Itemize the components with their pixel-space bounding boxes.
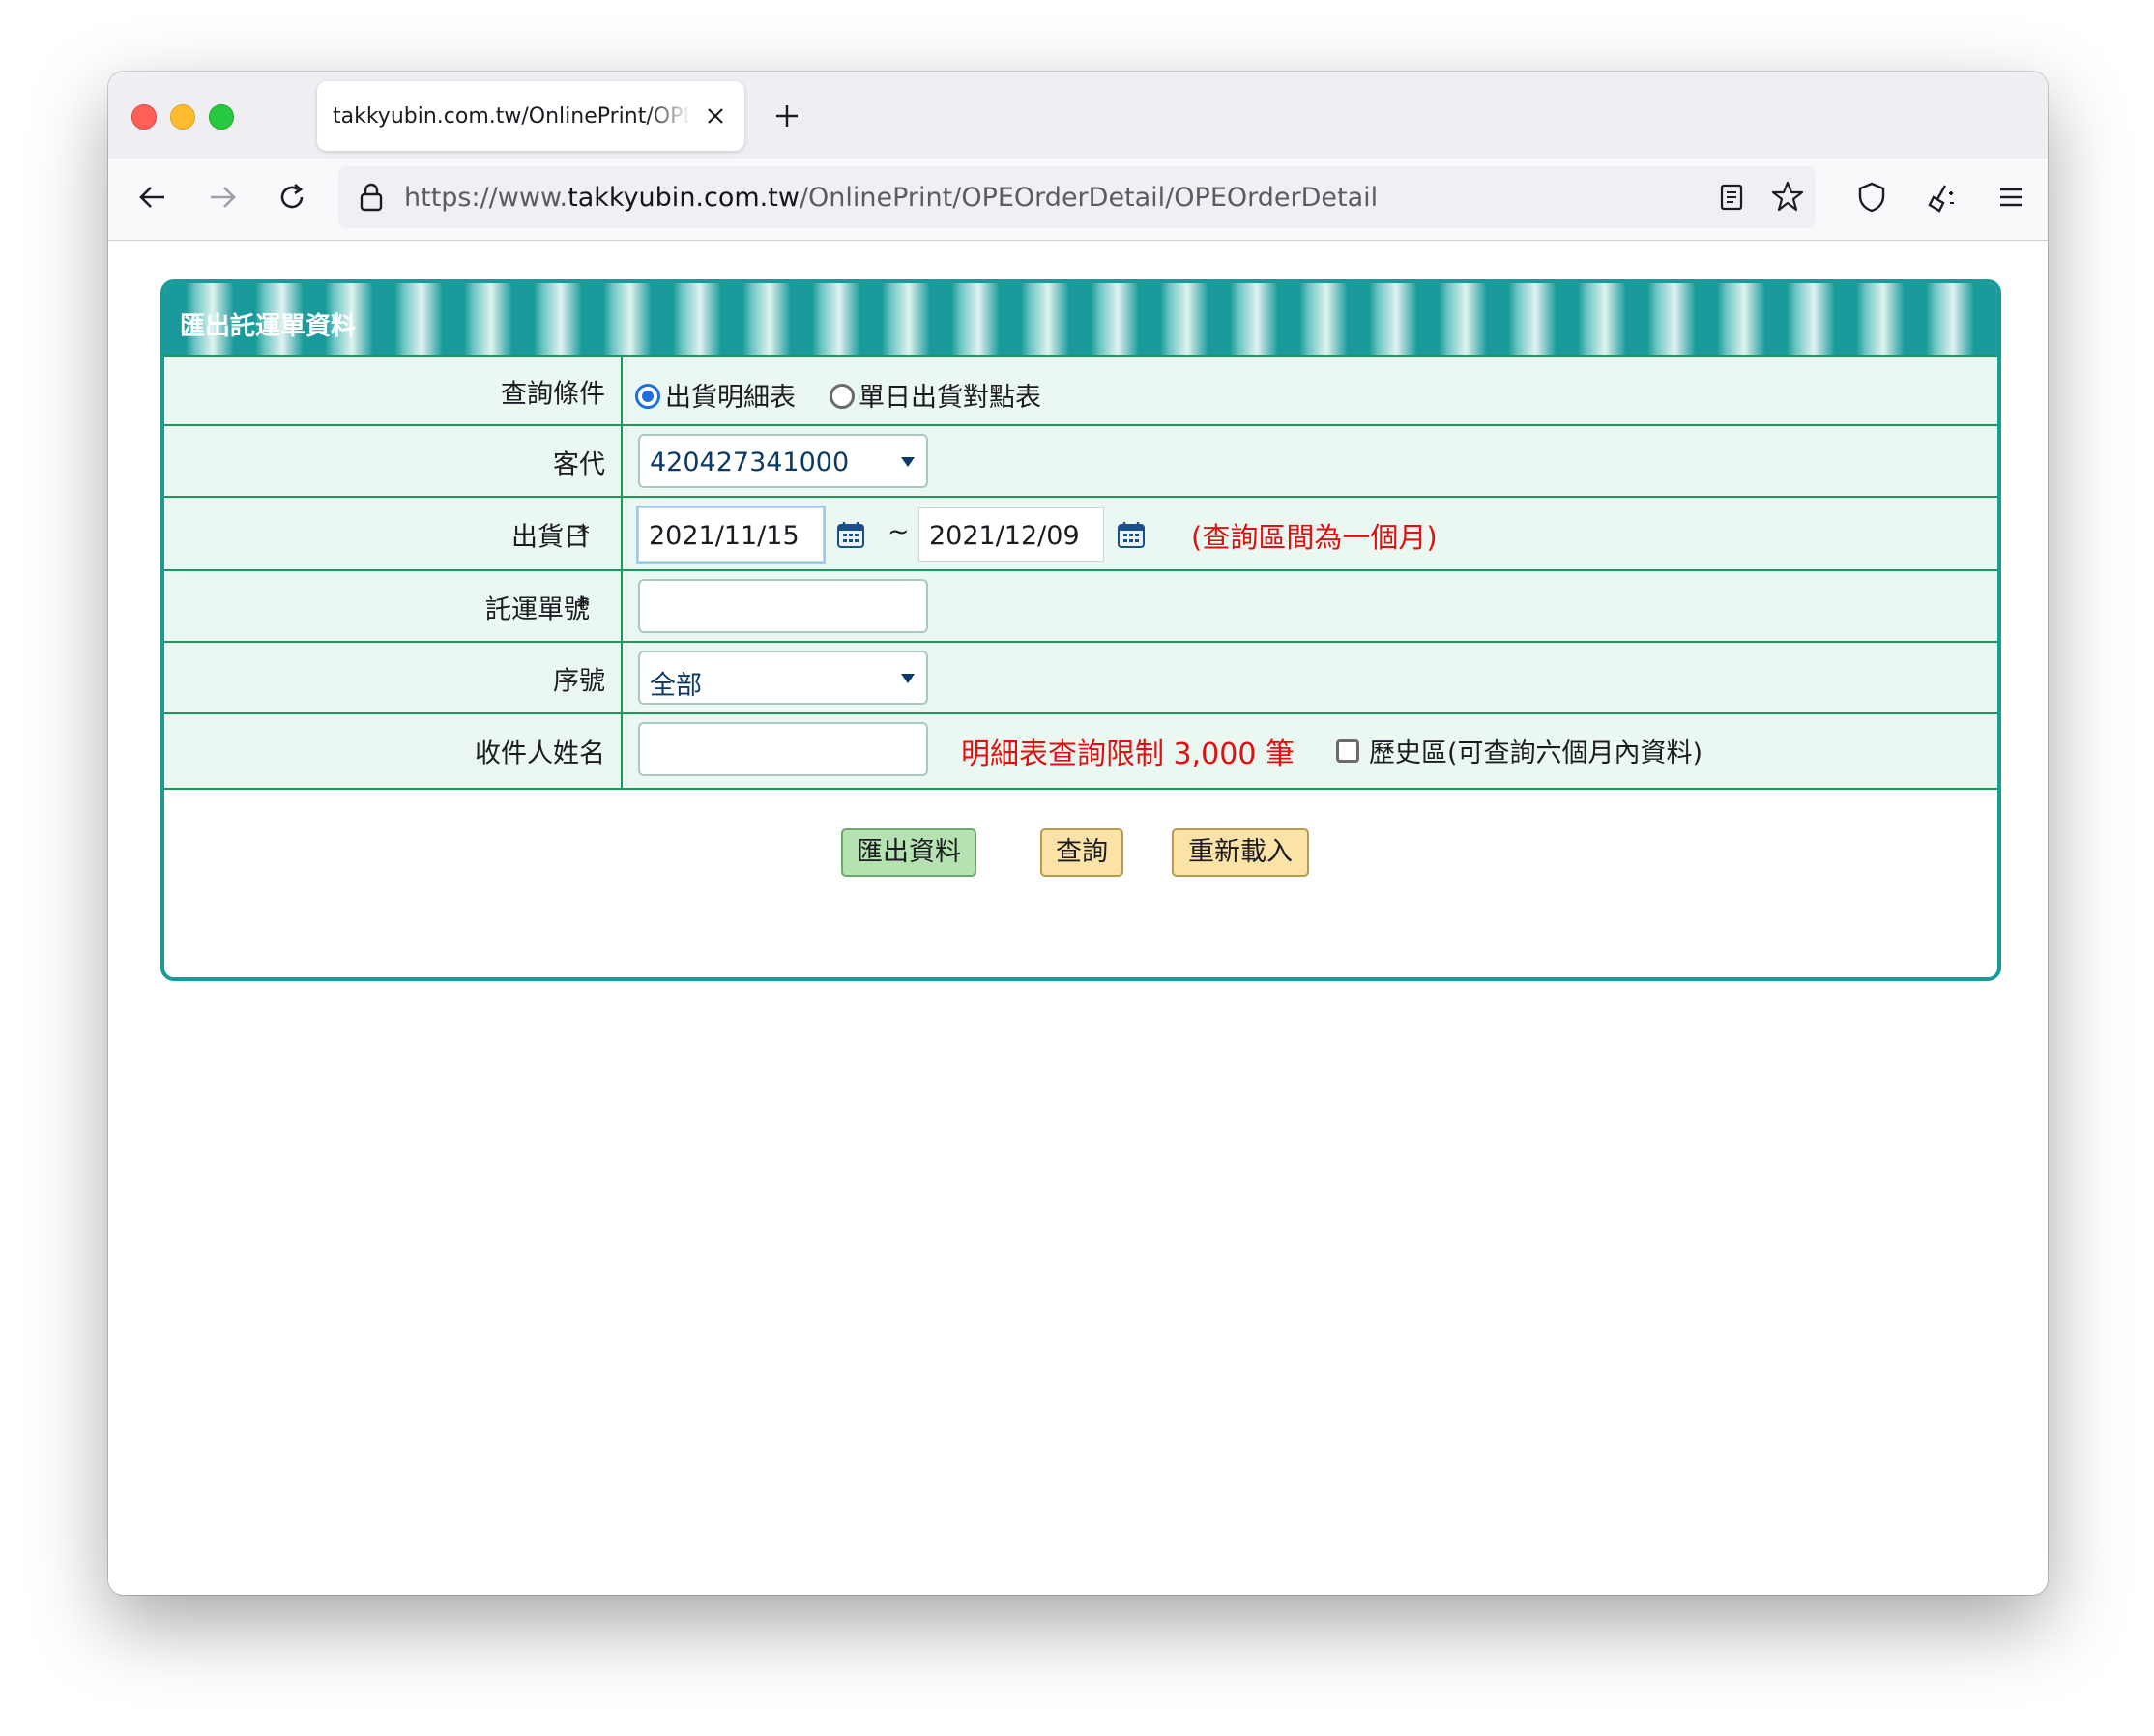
customer-code-select[interactable]: 420427341000 (638, 434, 928, 488)
ship-date-to-input[interactable]: 2021/12/09 (918, 507, 1104, 562)
reload-button[interactable]: 重新載入 (1172, 828, 1309, 877)
recipient-name-input[interactable] (638, 722, 928, 776)
ship-date-label-text: 出貨日 (511, 522, 590, 553)
chevron-down-icon (901, 457, 915, 467)
label-cell: 查詢條件 (164, 357, 623, 426)
calendar-icon[interactable] (1116, 519, 1147, 550)
new-tab-icon[interactable] (771, 101, 802, 131)
url-text: https://www.takkyubin.com.tw/OnlinePrint… (404, 183, 1378, 213)
shield-icon[interactable] (1854, 180, 1889, 215)
query-condition-label: 查詢條件 (501, 379, 605, 410)
url-prefix: https://www. (404, 183, 568, 213)
radio-daily-check-report[interactable] (830, 384, 855, 409)
calendar-icon[interactable] (835, 519, 866, 550)
reload-icon[interactable] (275, 180, 309, 215)
waybill-no-input[interactable] (638, 579, 928, 633)
chevron-down-icon (901, 674, 915, 683)
ship-date-from-value: 2021/11/15 (649, 521, 800, 551)
close-icon[interactable] (702, 102, 729, 130)
serial-value: 全部 (650, 671, 702, 701)
waybill-no-label-text: 託運單號 (485, 594, 590, 625)
customer-code-value: 420427341000 (650, 448, 850, 477)
url-host: takkyubin.com.tw (568, 183, 800, 213)
bookmark-star-icon[interactable] (1771, 180, 1804, 213)
row-customer-code: 客代 420427341000 (164, 424, 1997, 498)
label-cell: 序號 (164, 643, 623, 714)
nav-toolbar: https://www.takkyubin.com.tw/OnlinePrint… (108, 159, 2048, 241)
tab-bar: takkyubin.com.tw/OnlinePrint/OPEOrderDet… (108, 72, 2048, 159)
browser-tab[interactable]: takkyubin.com.tw/OnlinePrint/OPEOrderDet… (317, 81, 744, 151)
row-query-condition: 查詢條件 出貨明細表 單日出貨對點表 (164, 355, 1997, 426)
close-window-button[interactable] (131, 104, 157, 130)
row-ship-date: * 出貨日 2021/11/15 ~ 2021/12/09 (查詢區間為一個月) (164, 496, 1997, 571)
label-cell: 客代 (164, 426, 623, 498)
serial-select[interactable]: 全部 (638, 651, 928, 705)
query-button[interactable]: 查詢 (1040, 828, 1123, 877)
row-waybill-no: * 託運單號 (164, 569, 1997, 643)
forward-arrow-icon[interactable] (205, 180, 240, 215)
ship-date-from-input[interactable]: 2021/11/15 (638, 507, 824, 562)
radio-detail-report[interactable] (635, 384, 660, 409)
export-data-button[interactable]: 匯出資料 (841, 828, 976, 877)
menu-icon[interactable] (1994, 180, 2028, 215)
export-panel: 匯出託運單資料 查詢條件 出貨明細表 單日出貨對點表 客代 4204273410… (160, 279, 2001, 981)
browser-window: takkyubin.com.tw/OnlinePrint/OPEOrderDet… (108, 72, 2048, 1595)
back-arrow-icon[interactable] (135, 180, 170, 215)
history-checkbox-label[interactable]: 歷史區(可查詢六個月內資料) (1369, 732, 1703, 769)
customer-code-label: 客代 (553, 449, 605, 480)
ship-date-to-value: 2021/12/09 (929, 521, 1080, 551)
tab-title: takkyubin.com.tw/OnlinePrint/OPEOrderDet… (333, 104, 690, 129)
zoom-window-button[interactable] (209, 104, 234, 130)
radio-detail-report-label[interactable]: 出貨明細表 (665, 376, 796, 414)
date-range-separator: ~ (888, 517, 910, 547)
reader-view-icon[interactable] (1717, 182, 1746, 213)
row-recipient-name: 收件人姓名 明細表查詢限制 3,000 筆 歷史區(可查詢六個月內資料) (164, 712, 1997, 790)
row-serial: 序號 全部 (164, 641, 1997, 714)
url-path: /OnlinePrint/OPEOrderDetail/OPEOrderDeta… (799, 183, 1379, 213)
radio-daily-check-report-label[interactable]: 單日出貨對點表 (859, 376, 1041, 414)
minimize-window-button[interactable] (170, 104, 195, 130)
page-content: 匯出託運單資料 查詢條件 出貨明細表 單日出貨對點表 客代 4204273410… (108, 241, 2048, 1595)
date-range-note: (查詢區間為一個月) (1191, 521, 1438, 554)
history-checkbox[interactable] (1336, 739, 1359, 763)
lock-icon (360, 183, 383, 212)
extension-sweep-icon[interactable] (1924, 180, 1959, 215)
address-bar[interactable]: https://www.takkyubin.com.tw/OnlinePrint… (338, 166, 1816, 228)
panel-header: 匯出託運單資料 (164, 283, 1997, 355)
query-limit-note: 明細表查詢限制 3,000 筆 (961, 738, 1295, 771)
recipient-name-label: 收件人姓名 (475, 738, 605, 769)
panel-title: 匯出託運單資料 (180, 312, 357, 341)
label-cell: * 託運單號 (164, 571, 623, 643)
serial-label: 序號 (553, 666, 605, 697)
label-cell: * 出貨日 (164, 498, 623, 571)
label-cell: 收件人姓名 (164, 714, 623, 788)
